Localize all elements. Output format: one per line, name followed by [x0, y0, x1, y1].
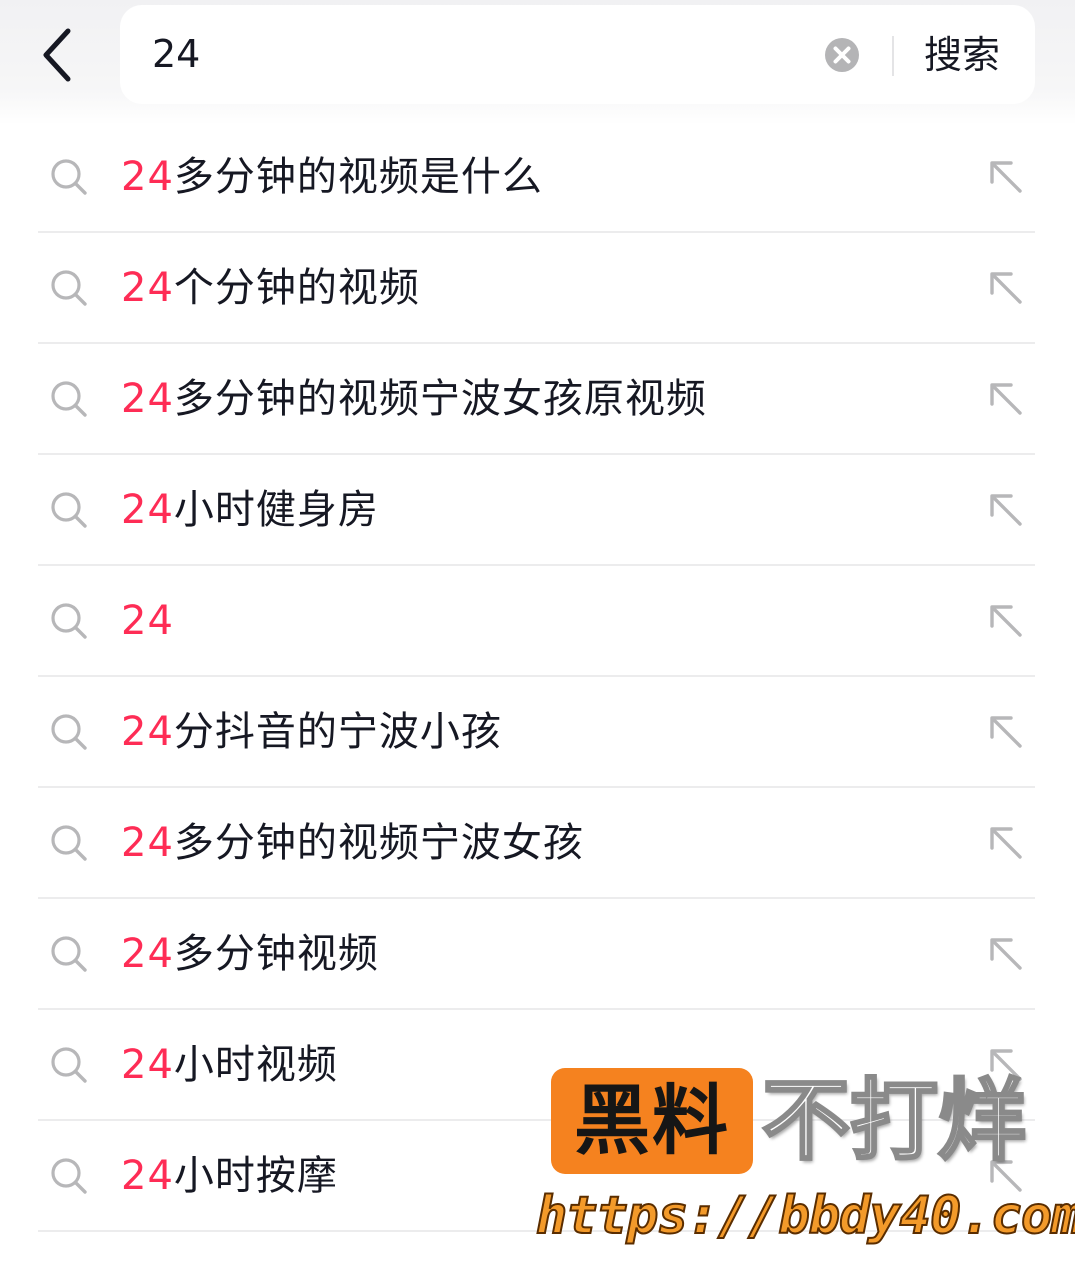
suggestion-item[interactable]: 24 — [0, 566, 1075, 677]
fill-query-arrow-icon[interactable] — [985, 933, 1029, 977]
suggestion-highlight: 24 — [121, 820, 174, 866]
suggestion-text: 24个分钟的视频 — [121, 260, 420, 316]
suggestion-item[interactable]: 24多分钟的视频是什么 — [0, 122, 1075, 233]
suggestion-rest: 分抖音的宁波小孩 — [173, 709, 502, 755]
suggestion-text: 24多分钟视频 — [121, 926, 379, 982]
watermark-badge-text: 黑料 — [574, 1076, 730, 1165]
suggestion-item[interactable]: 24个分钟的视频 — [0, 233, 1075, 344]
search-icon — [51, 1047, 87, 1083]
search-button[interactable]: 搜索 — [916, 27, 1008, 83]
suggestion-highlight: 24 — [121, 1153, 174, 1199]
chevron-left-icon — [43, 28, 71, 82]
search-icon — [51, 159, 87, 195]
suggestion-item[interactable]: 24多分钟视频 — [0, 899, 1075, 1010]
suggestion-highlight: 24 — [121, 376, 174, 422]
search-suggestion-page: 搜索 24多分钟的视频是什么24个分钟的视频24多分钟的视频宁波女孩原视频24小… — [0, 0, 1075, 1280]
suggestion-highlight: 24 — [121, 709, 174, 755]
suggestion-highlight: 24 — [121, 487, 174, 533]
suggestion-rest: 小时视频 — [173, 1042, 338, 1088]
search-icon — [51, 1158, 87, 1194]
search-icon — [51, 603, 87, 639]
suggestion-highlight: 24 — [121, 1042, 174, 1088]
watermark-url: https://bbdy40.com — [535, 1185, 1075, 1247]
fill-query-arrow-icon[interactable] — [985, 822, 1029, 866]
suggestion-rest: 多分钟的视频宁波女孩原视频 — [173, 376, 707, 422]
suggestion-text: 24分抖音的宁波小孩 — [121, 704, 502, 760]
search-icon — [51, 270, 87, 306]
fill-query-arrow-icon[interactable] — [985, 600, 1029, 644]
search-icon — [51, 936, 87, 972]
suggestion-highlight: 24 — [121, 931, 174, 977]
fill-query-arrow-icon[interactable] — [985, 156, 1029, 200]
clear-circle-icon — [825, 38, 859, 72]
suggestion-rest: 多分钟视频 — [173, 931, 379, 977]
clear-button[interactable] — [824, 37, 860, 73]
suggestion-item[interactable]: 24小时健身房 — [0, 455, 1075, 566]
search-box: 搜索 — [120, 5, 1035, 104]
suggestion-rest: 多分钟的视频是什么 — [173, 154, 543, 200]
suggestion-rest: 个分钟的视频 — [173, 265, 420, 311]
suggestion-item[interactable]: 24分抖音的宁波小孩 — [0, 677, 1075, 788]
suggestion-rest: 多分钟的视频宁波女孩 — [173, 820, 584, 866]
suggestion-text: 24多分钟的视频宁波女孩 — [121, 815, 584, 871]
suggestion-text: 24 — [121, 593, 174, 649]
search-input[interactable] — [152, 19, 792, 89]
suggestion-rest: 小时健身房 — [173, 487, 379, 533]
watermark-slogan: 不打烊 — [760, 1068, 1027, 1174]
search-icon — [51, 825, 87, 861]
back-button[interactable] — [28, 20, 88, 90]
fill-query-arrow-icon[interactable] — [985, 378, 1029, 422]
suggestion-text: 24多分钟的视频宁波女孩原视频 — [121, 371, 707, 427]
suggestion-highlight: 24 — [121, 154, 174, 200]
search-icon — [51, 381, 87, 417]
search-divider — [892, 36, 894, 76]
suggestion-text: 24小时视频 — [121, 1037, 338, 1093]
search-header: 搜索 — [0, 0, 1075, 125]
watermark-badge: 黑料 — [551, 1068, 753, 1174]
fill-query-arrow-icon[interactable] — [985, 267, 1029, 311]
search-icon — [51, 714, 87, 750]
suggestion-text: 24多分钟的视频是什么 — [121, 149, 543, 205]
suggestion-highlight: 24 — [121, 265, 174, 311]
suggestion-text: 24小时健身房 — [121, 482, 379, 538]
fill-query-arrow-icon[interactable] — [985, 711, 1029, 755]
suggestion-item[interactable]: 24多分钟的视频宁波女孩 — [0, 788, 1075, 899]
fill-query-arrow-icon[interactable] — [985, 489, 1029, 533]
search-icon — [51, 492, 87, 528]
suggestion-text: 24小时按摩 — [121, 1148, 338, 1204]
suggestion-item[interactable]: 24多分钟的视频宁波女孩原视频 — [0, 344, 1075, 455]
suggestion-rest: 小时按摩 — [173, 1153, 338, 1199]
suggestion-highlight: 24 — [121, 598, 174, 644]
